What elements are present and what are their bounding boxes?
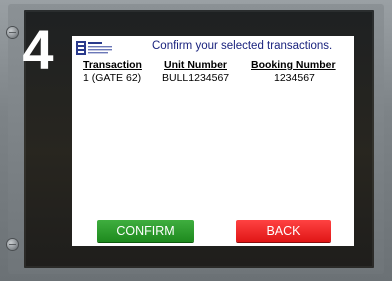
page-title: Confirm your selected transactions. — [152, 40, 333, 52]
confirm-button[interactable]: CONFIRM — [97, 220, 194, 242]
kiosk-housing: 4 Confirm your selected transactions. Tr… — [0, 0, 392, 281]
cell-booking-number: 1234567 — [274, 72, 315, 84]
screw-icon — [7, 239, 18, 250]
step-number: 4 — [22, 18, 54, 81]
back-button[interactable]: BACK — [236, 220, 331, 242]
cell-transaction: 1 (GATE 62) — [83, 72, 142, 84]
column-header-unit-number: Unit Number — [164, 59, 227, 71]
column-header-booking-number: Booking Number — [251, 59, 336, 71]
cell-unit-number: BULL1234567 — [162, 72, 230, 84]
company-logo-icon — [76, 41, 112, 55]
kiosk-screen: Confirm your selected transactions. Tran… — [72, 36, 354, 246]
column-header-transaction: Transaction — [83, 59, 142, 71]
